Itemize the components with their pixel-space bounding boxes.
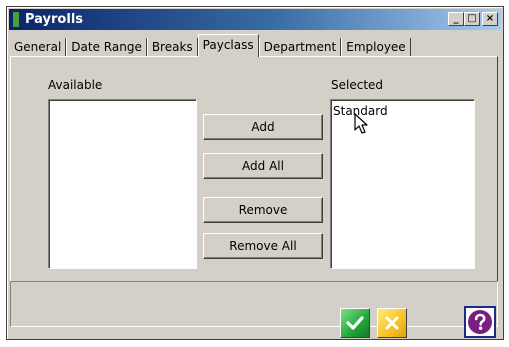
selected-list[interactable]: Standard [330,99,475,269]
tab-general[interactable]: General [10,38,67,57]
tab-payclass[interactable]: Payclass [197,34,259,57]
tab-employee[interactable]: Employee [341,38,411,57]
ok-button[interactable] [340,308,370,338]
cancel-button[interactable] [377,308,407,338]
add-all-button[interactable]: Add All [203,153,323,179]
available-label: Available [48,78,103,92]
remove-button[interactable]: Remove [203,197,323,223]
available-list[interactable] [48,99,197,269]
minimize-button[interactable]: _ [448,12,464,26]
tab-bar: General Date Range Breaks Payclass Depar… [10,34,411,57]
tab-department[interactable]: Department [258,38,342,57]
mouse-cursor-icon [354,113,370,138]
x-icon [385,316,399,330]
question-icon [468,310,492,334]
title-bar[interactable]: Payrolls _ □ × [9,9,501,30]
maximize-button[interactable]: □ [464,12,480,26]
tab-breaks[interactable]: Breaks [146,38,198,57]
app-icon [13,12,19,27]
list-item[interactable]: Standard [331,100,474,118]
check-icon [346,316,364,330]
help-button[interactable] [464,306,496,338]
window-title: Payrolls [25,12,84,27]
button-bar [10,281,498,327]
add-button[interactable]: Add [203,114,323,140]
close-button[interactable]: × [482,12,498,26]
selected-label: Selected [331,78,384,92]
tab-date-range[interactable]: Date Range [66,38,147,57]
remove-all-button[interactable]: Remove All [203,233,323,259]
